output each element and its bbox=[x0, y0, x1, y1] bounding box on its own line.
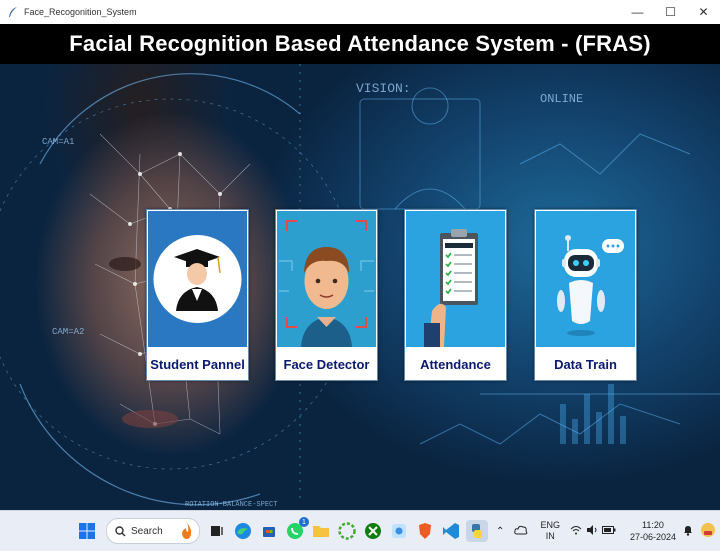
cam-a1-label: CAM=A1 bbox=[42, 137, 74, 147]
store-icon[interactable] bbox=[258, 520, 280, 542]
search-label: Search bbox=[131, 525, 163, 537]
vscode-icon[interactable] bbox=[440, 520, 462, 542]
language-indicator[interactable]: ENG IN bbox=[540, 520, 560, 542]
feather-icon bbox=[6, 5, 20, 19]
minimize-button[interactable]: — bbox=[621, 0, 654, 24]
robot-icon bbox=[536, 211, 635, 347]
page-title: Facial Recognition Based Attendance Syst… bbox=[69, 31, 651, 56]
cam-a2-label: CAM=A2 bbox=[52, 327, 84, 337]
attendance-button[interactable]: Attendance bbox=[404, 209, 507, 381]
maximize-button[interactable]: ☐ bbox=[654, 0, 687, 24]
face-scan-icon bbox=[277, 211, 376, 347]
anaconda-icon[interactable] bbox=[336, 520, 358, 542]
main-stage: VISION: ONLINE CAM=A1 CAM=A2 ROTATION-BA… bbox=[0, 24, 720, 510]
window-titlebar: Face_Recogonition_System — ☐ ✕ bbox=[0, 0, 720, 24]
card-label: Attendance bbox=[420, 356, 491, 372]
student-pannel-button[interactable]: Student Pannel bbox=[146, 209, 249, 381]
card-label: Student Pannel bbox=[150, 356, 245, 372]
windows-start-icon[interactable] bbox=[76, 520, 98, 542]
cloud-icon[interactable] bbox=[514, 525, 528, 537]
rotation-label: ROTATION-BALANCE-SPECT bbox=[185, 501, 277, 509]
edge-icon[interactable] bbox=[232, 520, 254, 542]
online-label: ONLINE bbox=[540, 92, 583, 106]
vision-label: VISION: bbox=[356, 81, 411, 96]
card-label: Data Train bbox=[554, 356, 617, 372]
file-explorer-icon[interactable] bbox=[310, 520, 332, 542]
python-icon[interactable] bbox=[466, 520, 488, 542]
chevron-up-icon[interactable]: ⌃ bbox=[496, 526, 504, 537]
region-code: IN bbox=[545, 531, 555, 541]
widget-icon[interactable] bbox=[700, 522, 716, 540]
bell-icon[interactable] bbox=[682, 524, 694, 538]
photos-icon[interactable] bbox=[388, 520, 410, 542]
system-tray: ⌃ ENG IN 11:20 27-06-2024 bbox=[496, 511, 720, 551]
window-title: Face_Recogonition_System bbox=[24, 7, 137, 17]
battery-icon[interactable] bbox=[601, 526, 616, 536]
volume-icon[interactable] bbox=[586, 525, 598, 537]
task-view-icon[interactable] bbox=[206, 520, 228, 542]
taskbar: Search 1 ⌃ ENG IN 11:20 27-06-2024 bbox=[0, 510, 720, 551]
card-label: Face Detector bbox=[283, 356, 370, 372]
fire-icon bbox=[177, 521, 197, 544]
attendance-clipboard-icon bbox=[406, 211, 505, 347]
wifi-icon[interactable] bbox=[570, 525, 582, 537]
brave-icon[interactable] bbox=[414, 520, 436, 542]
header-banner: Facial Recognition Based Attendance Syst… bbox=[0, 24, 720, 64]
graduate-icon bbox=[148, 211, 247, 347]
search-icon bbox=[115, 525, 126, 537]
xbox-icon[interactable] bbox=[362, 520, 384, 542]
face-detector-button[interactable]: Face Detector bbox=[275, 209, 378, 381]
search-input[interactable]: Search bbox=[106, 518, 200, 544]
close-button[interactable]: ✕ bbox=[687, 0, 720, 24]
clock-time: 11:20 bbox=[642, 520, 664, 530]
clock-date: 27-06-2024 bbox=[629, 532, 676, 542]
whatsapp-icon[interactable]: 1 bbox=[284, 517, 309, 542]
language-code: ENG bbox=[540, 520, 560, 530]
clock[interactable]: 11:20 27-06-2024 bbox=[630, 519, 676, 543]
notification-badge: 1 bbox=[299, 517, 309, 527]
data-train-button[interactable]: Data Train bbox=[534, 209, 637, 381]
